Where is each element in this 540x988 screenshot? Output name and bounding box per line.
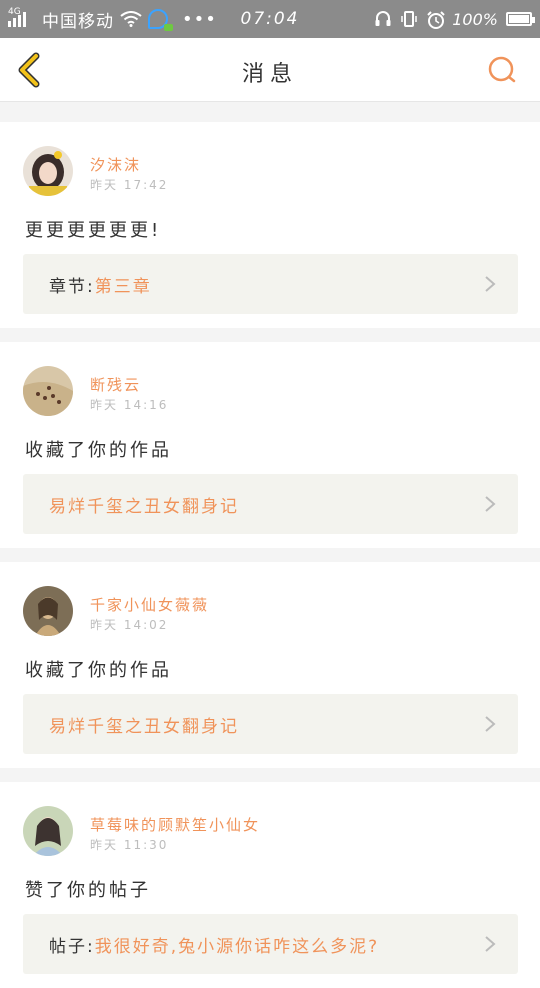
message-card: 千家小仙女薇薇 昨天 14:02 收藏了你的作品 易烊千玺之丑女翻身记 (0, 562, 540, 768)
more-notifications-icon: ••• (182, 8, 217, 30)
username[interactable]: 千家小仙女薇薇 (90, 594, 209, 615)
wifi-icon (120, 11, 142, 27)
ref-link: 易烊千玺之丑女翻身记 (49, 496, 239, 517)
vibrate-icon (400, 10, 418, 28)
message-time: 昨天 17:42 (90, 178, 169, 192)
message-text: 收藏了你的作品 (25, 440, 172, 461)
chat-notification-icon (148, 9, 173, 31)
message-text: 更更更更更更! (25, 220, 162, 241)
battery-icon (506, 12, 535, 26)
ref-link: 易烊千玺之丑女翻身记 (49, 716, 239, 737)
avatar[interactable] (23, 806, 73, 856)
network-type: 4G (8, 7, 21, 17)
status-bar: 4G 中国移动 ••• 07:04 100% (0, 0, 540, 38)
message-text: 赞了你的帖子 (25, 880, 151, 901)
message-card: 断残云 昨天 14:16 收藏了你的作品 易烊千玺之丑女翻身记 (0, 342, 540, 548)
chevron-right-icon (485, 936, 496, 952)
avatar[interactable] (23, 366, 73, 416)
chevron-right-icon (485, 496, 496, 512)
chevron-right-icon (485, 276, 496, 292)
message-time: 昨天 14:02 (90, 618, 169, 632)
avatar[interactable] (23, 586, 73, 636)
message-card: 草莓味的顾默笙小仙女 昨天 11:30 赞了你的帖子 帖子: 我很好奇,兔小源你话… (0, 782, 540, 988)
battery-percent: 100% (452, 9, 498, 29)
referenced-item[interactable]: 易烊千玺之丑女翻身记 (23, 474, 518, 534)
username[interactable]: 草莓味的顾默笙小仙女 (90, 814, 260, 835)
ref-prefix: 帖子: (49, 936, 95, 957)
signal-icon: 4G (8, 7, 26, 27)
chevron-right-icon (485, 716, 496, 732)
referenced-item[interactable]: 章节: 第三章 (23, 254, 518, 314)
referenced-item[interactable]: 易烊千玺之丑女翻身记 (23, 694, 518, 754)
referenced-item[interactable]: 帖子: 我很好奇,兔小源你话咋这么多泥? (23, 914, 518, 974)
message-text: 收藏了你的作品 (25, 660, 172, 681)
search-button[interactable] (486, 54, 518, 86)
search-icon (488, 56, 516, 83)
message-card: 汐沫沫 昨天 17:42 更更更更更更! 章节: 第三章 (0, 122, 540, 328)
avatar[interactable] (23, 146, 73, 196)
ref-prefix: 章节: (49, 276, 95, 297)
headset-icon (374, 10, 392, 28)
ref-link: 第三章 (94, 276, 152, 297)
ref-link: 我很好奇,兔小源你话咋这么多泥? (94, 936, 380, 957)
username[interactable]: 汐沫沫 (90, 154, 141, 175)
username[interactable]: 断残云 (90, 374, 141, 395)
carrier-name: 中国移动 (42, 11, 114, 32)
page-title: 消息 (241, 62, 298, 87)
alarm-icon (426, 10, 445, 29)
message-time: 昨天 11:30 (90, 838, 169, 852)
message-time: 昨天 14:16 (90, 398, 169, 412)
app-header: 消息 (0, 38, 540, 102)
